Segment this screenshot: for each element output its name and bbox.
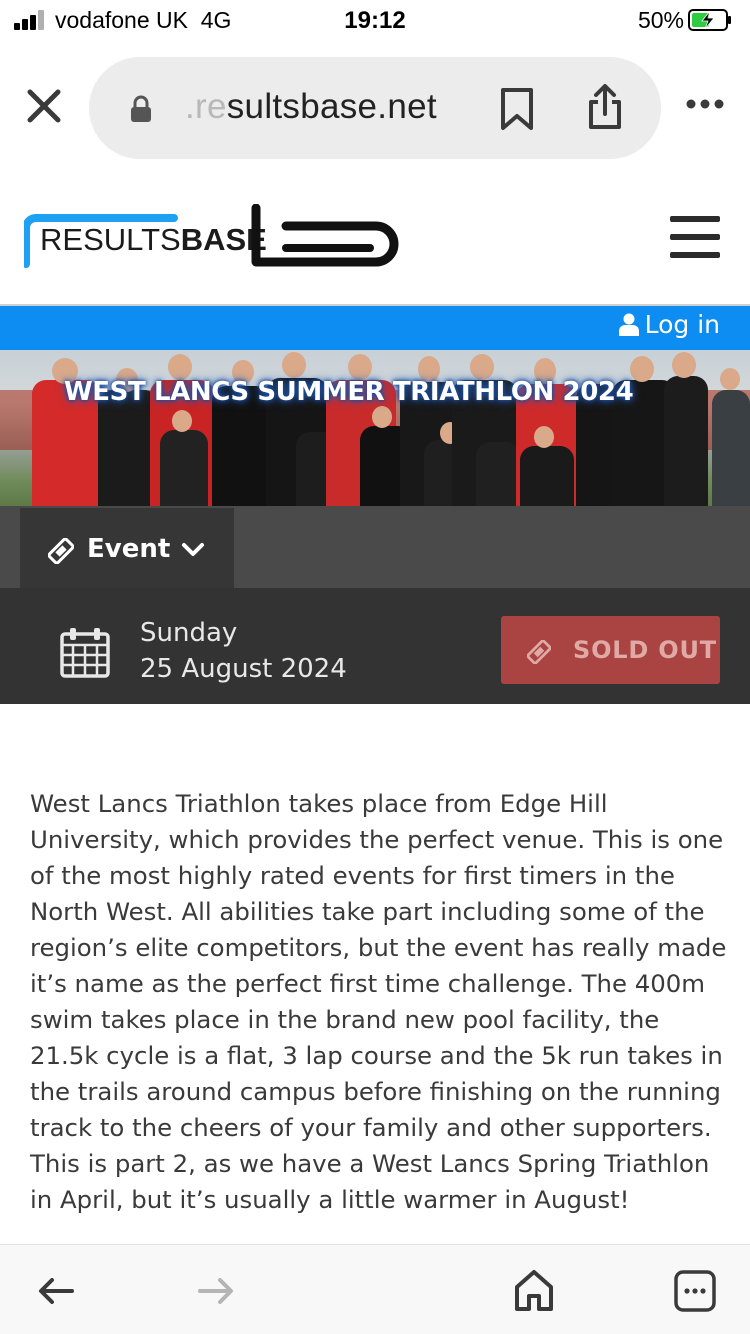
lock-icon: [131, 95, 151, 122]
share-icon[interactable]: [587, 84, 623, 130]
hero-title: WEST LANCS SUMMER TRIATHLON 2024: [64, 377, 634, 407]
hero-banner: WEST LANCS SUMMER TRIATHLON 2024: [0, 350, 750, 506]
chevron-down-icon: [182, 543, 204, 556]
close-icon[interactable]: [26, 88, 62, 124]
browser-toolbar: .resultsbase.net: [0, 55, 750, 161]
logo-text: RESULTSBASE: [40, 222, 267, 257]
url-text: .resultsbase.net: [185, 87, 437, 127]
event-tab-bar: Event: [0, 506, 750, 588]
hamburger-icon[interactable]: [670, 216, 722, 258]
battery-percent: 50%: [637, 7, 684, 33]
event-tab-label: Event: [87, 534, 171, 564]
event-date: 25 August 2024: [140, 654, 347, 684]
tabs-icon[interactable]: [674, 1270, 716, 1312]
browser-bottom-toolbar: [0, 1244, 750, 1334]
login-label: Log in: [644, 310, 720, 339]
bookmark-icon[interactable]: [499, 87, 535, 131]
calendar-icon: [60, 628, 110, 678]
more-icon[interactable]: [686, 97, 724, 111]
user-icon: [618, 313, 639, 336]
sold-out-label: SOLD OUT: [573, 636, 717, 664]
url-domain: sultsbase.net: [226, 87, 437, 126]
url-faded: .re: [185, 87, 227, 126]
battery-icon: [688, 9, 731, 31]
login-bar: Log in: [0, 306, 750, 350]
event-date-bar: Sunday 25 August 2024 SOLD OUT: [0, 588, 750, 704]
site-header: RESULTSBASE: [0, 190, 750, 304]
ticket-icon: [48, 538, 74, 564]
back-arrow-icon[interactable]: [38, 1278, 74, 1304]
ticket-icon: [527, 640, 551, 664]
event-day: Sunday: [140, 618, 238, 648]
home-icon[interactable]: [514, 1269, 554, 1311]
status-bar: vodafone UK 4G 19:12 50%: [0, 0, 750, 40]
event-dropdown-tab[interactable]: Event: [20, 508, 234, 588]
forward-arrow-icon[interactable]: [198, 1278, 234, 1304]
login-link[interactable]: Log in: [618, 310, 720, 339]
resultsbase-logo[interactable]: RESULTSBASE: [24, 204, 404, 270]
event-description: West Lancs Triathlon takes place from Ed…: [30, 789, 727, 1214]
sold-out-button[interactable]: SOLD OUT: [501, 616, 720, 684]
logo-text-light: RESULTS: [40, 222, 181, 257]
address-bar[interactable]: .resultsbase.net: [89, 57, 661, 159]
